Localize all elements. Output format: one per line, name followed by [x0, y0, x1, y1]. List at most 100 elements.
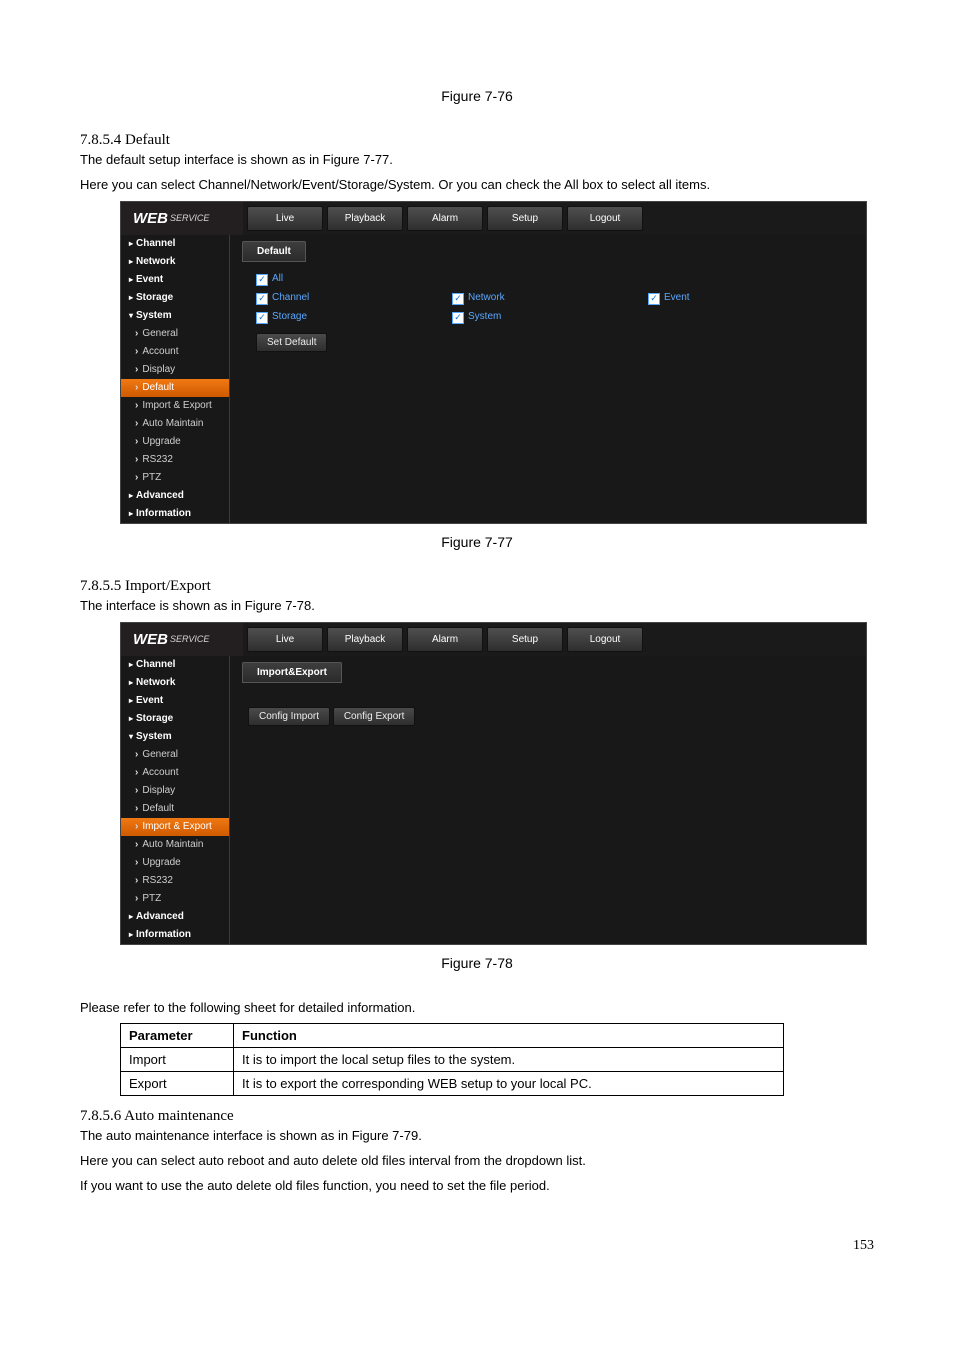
- content-tab-default[interactable]: Default: [242, 241, 306, 262]
- sidebar-item-advanced[interactable]: Advanced: [121, 908, 229, 926]
- sidebar-item-rs232[interactable]: RS232: [121, 451, 229, 469]
- ss-header: WEB SERVICE Live Playback Alarm Setup Lo…: [121, 202, 866, 235]
- sidebar-item-channel[interactable]: Channel: [121, 656, 229, 674]
- chevron-icon: [129, 930, 136, 940]
- sidebar-item-rs232[interactable]: RS232: [121, 872, 229, 890]
- table-row: Parameter Function: [121, 1024, 784, 1048]
- checkbox-system[interactable]: ✓System: [452, 311, 512, 324]
- arrow-icon: [135, 840, 142, 850]
- tab-setup[interactable]: Setup: [487, 206, 563, 231]
- chevron-icon: [129, 678, 136, 688]
- chevron-icon: [129, 293, 136, 303]
- checkbox-all[interactable]: ✓All: [256, 273, 316, 286]
- sidebar-item-information[interactable]: Information: [121, 505, 229, 523]
- tab-playback[interactable]: Playback: [327, 627, 403, 652]
- screenshot-import-export: WEB SERVICE Live Playback Alarm Setup Lo…: [120, 622, 867, 945]
- arrow-icon: [135, 804, 142, 814]
- arrow-icon: [135, 473, 142, 483]
- config-export-button[interactable]: Config Export: [333, 707, 416, 726]
- tab-live[interactable]: Live: [247, 627, 323, 652]
- check-icon: ✓: [452, 293, 464, 305]
- chevron-icon: [129, 491, 136, 501]
- table-row: Import It is to import the local setup f…: [121, 1048, 784, 1072]
- sidebar-item-general[interactable]: General: [121, 325, 229, 343]
- tab-live[interactable]: Live: [247, 206, 323, 231]
- tab-logout[interactable]: Logout: [567, 206, 643, 231]
- chevron-icon: [129, 311, 136, 321]
- sidebar-item-display[interactable]: Display: [121, 782, 229, 800]
- chevron-icon: [129, 912, 136, 922]
- checkbox-channel[interactable]: ✓Channel: [256, 292, 316, 305]
- arrow-icon: [135, 786, 142, 796]
- sidebar-item-event[interactable]: Event: [121, 271, 229, 289]
- sidebar-item-account[interactable]: Account: [121, 764, 229, 782]
- sidebar-item-default[interactable]: Default: [121, 379, 229, 397]
- import-export-desc: The interface is shown as in Figure 7-78…: [80, 597, 874, 616]
- sidebar-item-network[interactable]: Network: [121, 253, 229, 271]
- chevron-icon: [129, 714, 136, 724]
- sidebar-item-account[interactable]: Account: [121, 343, 229, 361]
- sidebar-item-import-export[interactable]: Import & Export: [121, 397, 229, 415]
- heading-7-8-5-4: 7.8.5.4 Default: [80, 132, 874, 149]
- check-icon: ✓: [648, 293, 660, 305]
- arrow-icon: [135, 329, 142, 339]
- table-row: Export It is to export the corresponding…: [121, 1072, 784, 1096]
- top-tabs: Live Playback Alarm Setup Logout: [243, 623, 866, 656]
- sidebar-item-storage[interactable]: Storage: [121, 289, 229, 307]
- table-intro: Please refer to the following sheet for …: [80, 999, 874, 1018]
- tab-alarm[interactable]: Alarm: [407, 206, 483, 231]
- sidebar-item-system[interactable]: System: [121, 728, 229, 746]
- chevron-icon: [129, 509, 136, 519]
- tab-alarm[interactable]: Alarm: [407, 627, 483, 652]
- parameter-table: Parameter Function Import It is to impor…: [120, 1023, 784, 1096]
- sidebar-item-upgrade[interactable]: Upgrade: [121, 433, 229, 451]
- tab-logout[interactable]: Logout: [567, 627, 643, 652]
- default-desc-1: The default setup interface is shown as …: [80, 151, 874, 170]
- checkbox-storage[interactable]: ✓Storage: [256, 311, 316, 324]
- sidebar: Channel Network Event Storage System Gen…: [121, 656, 230, 944]
- figure-7-78-label: Figure 7-78: [80, 955, 874, 971]
- content-area: Default ✓All ✓Channel ✓Network ✓Event ✓S…: [230, 235, 866, 523]
- sidebar-item-ptz[interactable]: PTZ: [121, 469, 229, 487]
- chevron-icon: [129, 732, 136, 742]
- sidebar-item-display[interactable]: Display: [121, 361, 229, 379]
- check-icon: ✓: [452, 312, 464, 324]
- checkbox-event[interactable]: ✓Event: [648, 292, 708, 305]
- th-parameter: Parameter: [121, 1024, 234, 1048]
- sidebar-item-system[interactable]: System: [121, 307, 229, 325]
- chevron-icon: [129, 239, 136, 249]
- tab-setup[interactable]: Setup: [487, 627, 563, 652]
- web-service-logo: WEB SERVICE: [121, 202, 243, 235]
- sidebar-item-auto-maintain[interactable]: Auto Maintain: [121, 836, 229, 854]
- sidebar-item-information[interactable]: Information: [121, 926, 229, 944]
- default-desc-2: Here you can select Channel/Network/Even…: [80, 176, 874, 195]
- sidebar-item-auto-maintain[interactable]: Auto Maintain: [121, 415, 229, 433]
- checkbox-network[interactable]: ✓Network: [452, 292, 512, 305]
- auto-desc-3: If you want to use the auto delete old f…: [80, 1177, 874, 1196]
- sidebar-item-network[interactable]: Network: [121, 674, 229, 692]
- sidebar-item-import-export[interactable]: Import & Export: [121, 818, 229, 836]
- sidebar-item-channel[interactable]: Channel: [121, 235, 229, 253]
- sidebar-item-default[interactable]: Default: [121, 800, 229, 818]
- config-import-button[interactable]: Config Import: [248, 707, 330, 726]
- tab-playback[interactable]: Playback: [327, 206, 403, 231]
- sidebar-item-event[interactable]: Event: [121, 692, 229, 710]
- logo-service: SERVICE: [170, 634, 209, 644]
- chevron-icon: [129, 660, 136, 670]
- sidebar-item-upgrade[interactable]: Upgrade: [121, 854, 229, 872]
- content-tab-import-export[interactable]: Import&Export: [242, 662, 342, 683]
- cell-export-param: Export: [121, 1072, 234, 1096]
- cell-import-param: Import: [121, 1048, 234, 1072]
- heading-7-8-5-5: 7.8.5.5 Import/Export: [80, 578, 874, 595]
- arrow-icon: [135, 876, 142, 886]
- sidebar: Channel Network Event Storage System Gen…: [121, 235, 230, 523]
- logo-service: SERVICE: [170, 213, 209, 223]
- arrow-icon: [135, 437, 142, 447]
- sidebar-item-ptz[interactable]: PTZ: [121, 890, 229, 908]
- set-default-button[interactable]: Set Default: [256, 333, 327, 352]
- sidebar-item-advanced[interactable]: Advanced: [121, 487, 229, 505]
- sidebar-item-general[interactable]: General: [121, 746, 229, 764]
- cell-export-desc: It is to export the corresponding WEB se…: [234, 1072, 784, 1096]
- sidebar-item-storage[interactable]: Storage: [121, 710, 229, 728]
- arrow-icon: [135, 347, 142, 357]
